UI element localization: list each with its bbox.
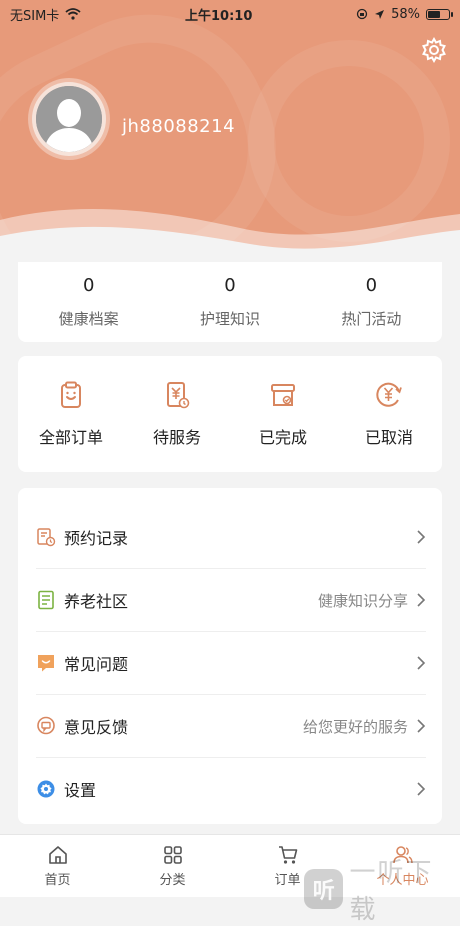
stat-label: 护理知识 (199, 310, 260, 328)
menu-card: 预约记录 养老社区 健康知识分享 常见问题 意见反馈 给您更好的服务 设置 (18, 488, 442, 824)
menu-item-settings[interactable]: 设置 (36, 758, 426, 820)
yen-cancel-icon (376, 382, 402, 407)
orientation-lock-icon (356, 8, 368, 20)
chevron-right-icon (417, 782, 426, 796)
menu-item-faq[interactable]: 常见问题 (36, 632, 426, 695)
cart-icon (278, 846, 297, 864)
order-label: 待服务 (152, 428, 201, 447)
watermark: 听 一听下载 (304, 852, 460, 926)
yen-receipt-icon (167, 382, 190, 409)
order-label: 全部订单 (38, 428, 103, 447)
gear-icon[interactable] (420, 36, 448, 64)
tab-category[interactable]: 分类 (115, 835, 230, 897)
order-label: 已取消 (364, 428, 413, 447)
order-label: 已完成 (258, 428, 307, 447)
chevron-right-icon (417, 593, 426, 607)
avatar[interactable] (32, 82, 106, 156)
stat-value: 0 (82, 275, 95, 296)
header-wave (0, 208, 460, 270)
home-icon (48, 846, 67, 864)
orders-card: 全部订单 待服务 已完成 已取消 (18, 356, 442, 472)
menu-label: 预约记录 (64, 529, 129, 548)
menu-label: 意见反馈 (64, 718, 129, 737)
chevron-right-icon (417, 530, 426, 544)
tab-label: 首页 (44, 873, 71, 888)
watermark-text: 一听下载 (349, 858, 434, 925)
settings-icon (37, 780, 55, 798)
menu-hint: 给您更好的服务 (302, 717, 408, 736)
menu-item-feedback[interactable]: 意见反馈 给您更好的服务 (36, 695, 426, 758)
watermark-badge: 听 (304, 869, 344, 909)
battery-icon (425, 8, 453, 20)
menu-label: 设置 (64, 781, 97, 800)
menu-label: 养老社区 (64, 592, 129, 611)
location-icon (375, 9, 385, 19)
feedback-icon (37, 716, 55, 735)
menu-hint: 健康知识分享 (317, 591, 408, 610)
battery-percent: 58% (391, 6, 420, 22)
category-icon (163, 846, 182, 864)
stat-value: 0 (365, 275, 378, 296)
stats-card: 0 健康档案 0 护理知识 0 热门活动 (18, 262, 442, 342)
menu-item-appointments[interactable]: 预约记录 (36, 506, 426, 569)
clock: 上午10:10 (185, 8, 253, 24)
stat-label: 热门活动 (341, 310, 402, 328)
clipboard-icon (61, 381, 81, 408)
faq-icon (38, 655, 54, 672)
stat-care-knowledge[interactable]: 0 护理知识 (159, 262, 300, 342)
stat-hot-events[interactable]: 0 热门活动 (301, 262, 442, 342)
stat-health-records[interactable]: 0 健康档案 (18, 262, 159, 342)
order-cancelled-button[interactable]: 已取消 (336, 380, 442, 448)
status-bar: 无SIM卡 上午10:10 58% (0, 0, 460, 28)
tab-label: 订单 (274, 873, 301, 888)
chevron-right-icon (417, 719, 426, 733)
stat-label: 健康档案 (58, 310, 119, 328)
carrier-label: 无SIM卡 (10, 8, 60, 24)
order-all-button[interactable]: 全部订单 (18, 380, 124, 448)
tab-label: 分类 (159, 873, 186, 888)
wifi-icon (65, 8, 81, 20)
tab-home[interactable]: 首页 (0, 835, 115, 897)
menu-label: 常见问题 (64, 655, 129, 674)
order-pending-button[interactable]: 待服务 (124, 380, 230, 448)
order-completed-button[interactable]: 已完成 (230, 380, 336, 448)
document-icon (38, 590, 54, 610)
default-avatar-icon (36, 86, 102, 152)
username[interactable]: jh88088214 (122, 116, 235, 137)
stat-value: 0 (224, 275, 236, 296)
appointment-icon (37, 528, 56, 547)
menu-item-community[interactable]: 养老社区 健康知识分享 (36, 569, 426, 632)
box-check-icon (271, 384, 295, 406)
chevron-right-icon (417, 656, 426, 670)
